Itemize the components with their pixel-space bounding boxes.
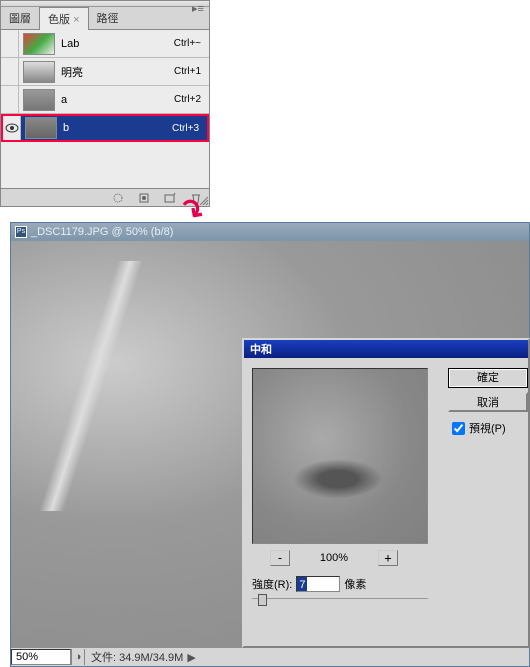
- app-icon: Ps: [15, 226, 27, 238]
- preview-box[interactable]: [252, 368, 428, 544]
- load-selection-icon[interactable]: [111, 191, 125, 205]
- save-selection-icon[interactable]: [137, 191, 151, 205]
- radius-value: 7: [297, 577, 307, 591]
- panel-tabs: 圖層 色版 × 路徑: [1, 7, 209, 30]
- channel-thumb[interactable]: [23, 89, 55, 111]
- channel-thumb[interactable]: [23, 61, 55, 83]
- tab-channels[interactable]: 色版 ×: [39, 7, 89, 30]
- radius-unit: 像素: [344, 576, 366, 592]
- radius-input[interactable]: 7: [296, 576, 340, 592]
- new-channel-icon[interactable]: [163, 191, 177, 205]
- preview-checkbox-label: 預視(P): [469, 420, 506, 436]
- zoom-controls: - 100% +: [252, 550, 520, 566]
- channel-shortcut: Ctrl+2: [174, 94, 209, 105]
- channel-thumb[interactable]: [25, 117, 57, 139]
- tab-channels-label: 色版: [48, 14, 70, 26]
- dialog-buttons: 確定 取消 預視(P): [448, 368, 528, 436]
- status-menu-icon[interactable]: ▶: [187, 651, 195, 664]
- radius-label: 強度(R):: [252, 576, 292, 592]
- zoom-input[interactable]: 50%: [11, 649, 71, 665]
- tab-paths[interactable]: 路徑: [89, 7, 127, 29]
- dialog-body: - 100% + 強度(R): 7 像素 確定 取消 預視(P): [244, 358, 528, 646]
- tab-close-icon[interactable]: ×: [73, 14, 79, 26]
- document-titlebar[interactable]: Ps _DSC1179.JPG @ 50% (b/8): [11, 223, 529, 241]
- status-bar: 50% ◑ 文件: 34.9M/34.9M ▶: [11, 648, 529, 666]
- visibility-toggle[interactable]: [3, 116, 21, 140]
- ok-button[interactable]: 確定: [448, 368, 528, 388]
- channel-shortcut: Ctrl+3: [172, 123, 207, 134]
- channel-row-lightness[interactable]: 明亮 Ctrl+1: [1, 58, 209, 86]
- radius-row: 強度(R): 7 像素: [252, 576, 520, 592]
- median-dialog: 中和 - 100% + 強度(R): 7 像素 確定 取消 預視(P): [242, 338, 530, 648]
- dialog-titlebar[interactable]: 中和: [244, 340, 528, 358]
- channel-shortcut: Ctrl+~: [174, 38, 209, 49]
- visibility-toggle[interactable]: [1, 58, 19, 85]
- channel-list: Lab Ctrl+~ 明亮 Ctrl+1 a Ctrl+2 b Ctr: [1, 30, 209, 188]
- zoom-percent: 100%: [304, 552, 364, 564]
- eye-icon: [5, 123, 19, 133]
- channel-name: 明亮: [59, 64, 174, 80]
- status-text: 文件: 34.9M/34.9M: [85, 649, 183, 665]
- channel-row-b[interactable]: b Ctrl+3: [1, 114, 209, 142]
- channel-shortcut: Ctrl+1: [174, 66, 209, 77]
- channels-panel: × ▸≡ 圖層 色版 × 路徑 Lab Ctrl+~ 明亮 Ctrl+1 a C…: [0, 0, 210, 207]
- panel-footer: [1, 188, 209, 206]
- channel-name: b: [61, 122, 172, 134]
- channel-row-a[interactable]: a Ctrl+2: [1, 86, 209, 114]
- slider-thumb[interactable]: [258, 594, 267, 606]
- preview-checkbox-row[interactable]: 預視(P): [448, 420, 528, 436]
- status-toggle-icon[interactable]: ◑: [71, 649, 85, 665]
- cancel-button[interactable]: 取消: [448, 392, 528, 412]
- visibility-toggle[interactable]: [1, 30, 19, 57]
- visibility-toggle[interactable]: [1, 86, 19, 113]
- radius-slider[interactable]: [252, 598, 428, 612]
- preview-image: [253, 369, 427, 543]
- channel-thumb[interactable]: [23, 33, 55, 55]
- channel-list-empty: [1, 142, 209, 188]
- zoom-in-button[interactable]: +: [378, 550, 398, 566]
- tab-layers[interactable]: 圖層: [1, 7, 39, 29]
- zoom-out-button[interactable]: -: [270, 550, 290, 566]
- document-title: _DSC1179.JPG @ 50% (b/8): [31, 226, 173, 238]
- channel-name: a: [59, 94, 174, 106]
- preview-checkbox[interactable]: [452, 422, 465, 435]
- channel-row-lab[interactable]: Lab Ctrl+~: [1, 30, 209, 58]
- panel-menu-icon[interactable]: ▸≡: [189, 2, 207, 14]
- channel-name: Lab: [59, 38, 174, 50]
